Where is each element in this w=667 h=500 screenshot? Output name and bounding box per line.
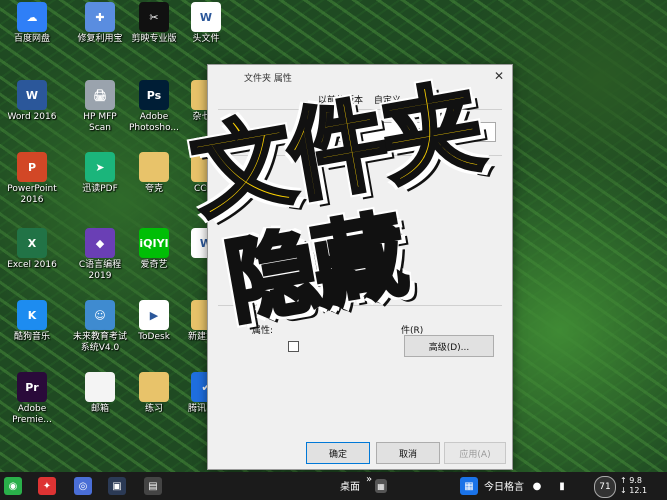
photoshop-icon: Ps [139,80,169,110]
desktop-icon[interactable]: 🖨 HP MFP Scan [70,80,130,134]
desktop-icon-label: 邮箱 [90,404,109,414]
desktop-icon[interactable]: 练习 [124,372,184,415]
weather-text[interactable]: 今日格言 [484,478,524,493]
status-badge[interactable]: 71 [594,476,616,498]
desktop-icon[interactable]: P PowerPoint 2016 [2,152,62,206]
desktop-icon[interactable]: ✂ 剪映专业版 [124,2,184,45]
app-icon[interactable]: ▤ [144,477,162,495]
desktop-icon-label: PowerPoint 2016 [7,184,57,205]
up-arrow-icon: ↑ [620,476,627,485]
app-icon[interactable]: ✦ [38,477,56,495]
desktop-icon-label: Adobe Photosho... [129,112,179,133]
record-icon[interactable]: ● [532,477,542,495]
desktop-icon-label: 夸克 [144,184,163,194]
desktop-icon-label: C语言编程 2019 [78,260,122,281]
desktop-icon-label: 迅读PDF [82,184,118,194]
desktop-icon-label: Excel 2016 [7,260,57,270]
desktop-icon[interactable]: Pr Adobe Premie... [2,372,62,426]
desktop-icon-label: 爱奇艺 [140,260,168,270]
folder-icon [139,152,169,182]
calendar-icon[interactable]: ▦ [375,479,387,493]
desktop-icon-label: 练习 [144,404,163,414]
desktop-icon-label: 头文件 [192,34,220,44]
cancel-button[interactable]: 取消 [376,442,440,464]
down-arrow-icon: ↓ [620,486,627,495]
desktop-icon-label: 酷狗音乐 [13,332,50,342]
desktop-icon[interactable]: ◆ C语言编程 2019 [70,228,130,282]
pdf-reader-icon: ➤ [85,152,115,182]
taskbar: ◉ ✦ ◎ ▣ ▤ 桌面 » ▦ ▦ 今日格言 ● ▮ 71 ↑ 9.8 ↓ 1… [0,472,667,500]
desktop-icon-label: Adobe Premie... [12,404,52,425]
desktop-icon-label: HP MFP Scan [83,112,117,133]
desktop-icon[interactable]: W 头文件 [176,2,236,45]
desktop-icon[interactable]: ✚ 修复利用宝 [70,2,130,45]
folder-icon [139,372,169,402]
visual-studio-icon: ◆ [85,228,115,258]
advanced-button[interactable]: 高级(D)... [404,335,494,357]
desktop-icon[interactable]: X Excel 2016 [2,228,62,271]
desktop-icon[interactable]: ☺ 未来教育考试 系统V4.0 [70,300,130,354]
upload-speed: 9.8 [629,476,642,485]
close-icon[interactable]: ✕ [494,69,504,83]
scissors-icon: ✂ [139,2,169,32]
premiere-icon: Pr [17,372,47,402]
powerpoint-icon: P [17,152,47,182]
battery-icon[interactable]: ▮ [556,477,568,495]
desktop-label[interactable]: 桌面 [340,478,360,493]
desktop: ☁ 百度网盘 ✚ 修复利用宝 ✂ 剪映专业版 W 头文件 W Word 2016 🖨 HP MFP S… [0,0,667,472]
app-icon[interactable]: ▣ [108,477,126,495]
desktop-icon[interactable]: Ps Adobe Photosho... [124,80,184,134]
desktop-icon-label: ToDesk [138,332,170,342]
kugou-icon: K [17,300,47,330]
chevron-icon[interactable]: » [366,474,372,485]
repair-icon: ✚ [85,2,115,32]
desktop-icon[interactable]: iQIYI 爱奇艺 [124,228,184,271]
weather-icon[interactable]: ▦ [460,477,478,495]
app-icon[interactable]: ◎ [74,477,92,495]
desktop-icon-label: Word 2016 [7,112,57,122]
todesk-icon: ▶ [139,300,169,330]
desktop-icon-label: 未来教育考试 系统V4.0 [72,332,127,353]
desktop-icon-label: 修复利用宝 [77,34,123,44]
desktop-icon[interactable]: ▶ ToDesk [124,300,184,343]
ok-button[interactable]: 确定 [306,442,370,464]
desktop-icon[interactable]: 夸克 [124,152,184,195]
iqiyi-icon: iQIYI [139,228,169,258]
excel-icon: X [17,228,47,258]
wechat-icon[interactable]: ◉ [4,477,22,495]
apply-button: 应用(A) [444,442,506,464]
desktop-icon[interactable]: ➤ 迅读PDF [70,152,130,195]
word-icon: W [17,80,47,110]
exam-icon: ☺ [85,300,115,330]
word-doc-icon: W [191,2,221,32]
desktop-icon[interactable]: W Word 2016 [2,80,62,123]
desktop-icon-label: 百度网盘 [13,34,50,44]
cloud-icon: ☁ [17,2,47,32]
blank-file-icon [85,372,115,402]
printer-icon: 🖨 [85,80,115,110]
download-speed: 12.1 [629,486,648,495]
desktop-icon-label: 剪映专业版 [131,34,177,44]
hidden-checkbox[interactable] [288,341,299,352]
desktop-icon[interactable]: 邮箱 [70,372,130,415]
desktop-icon[interactable]: K 酷狗音乐 [2,300,62,343]
network-speed: ↑ 9.8 ↓ 12.1 [620,476,647,496]
desktop-icon[interactable]: ☁ 百度网盘 [2,2,62,45]
